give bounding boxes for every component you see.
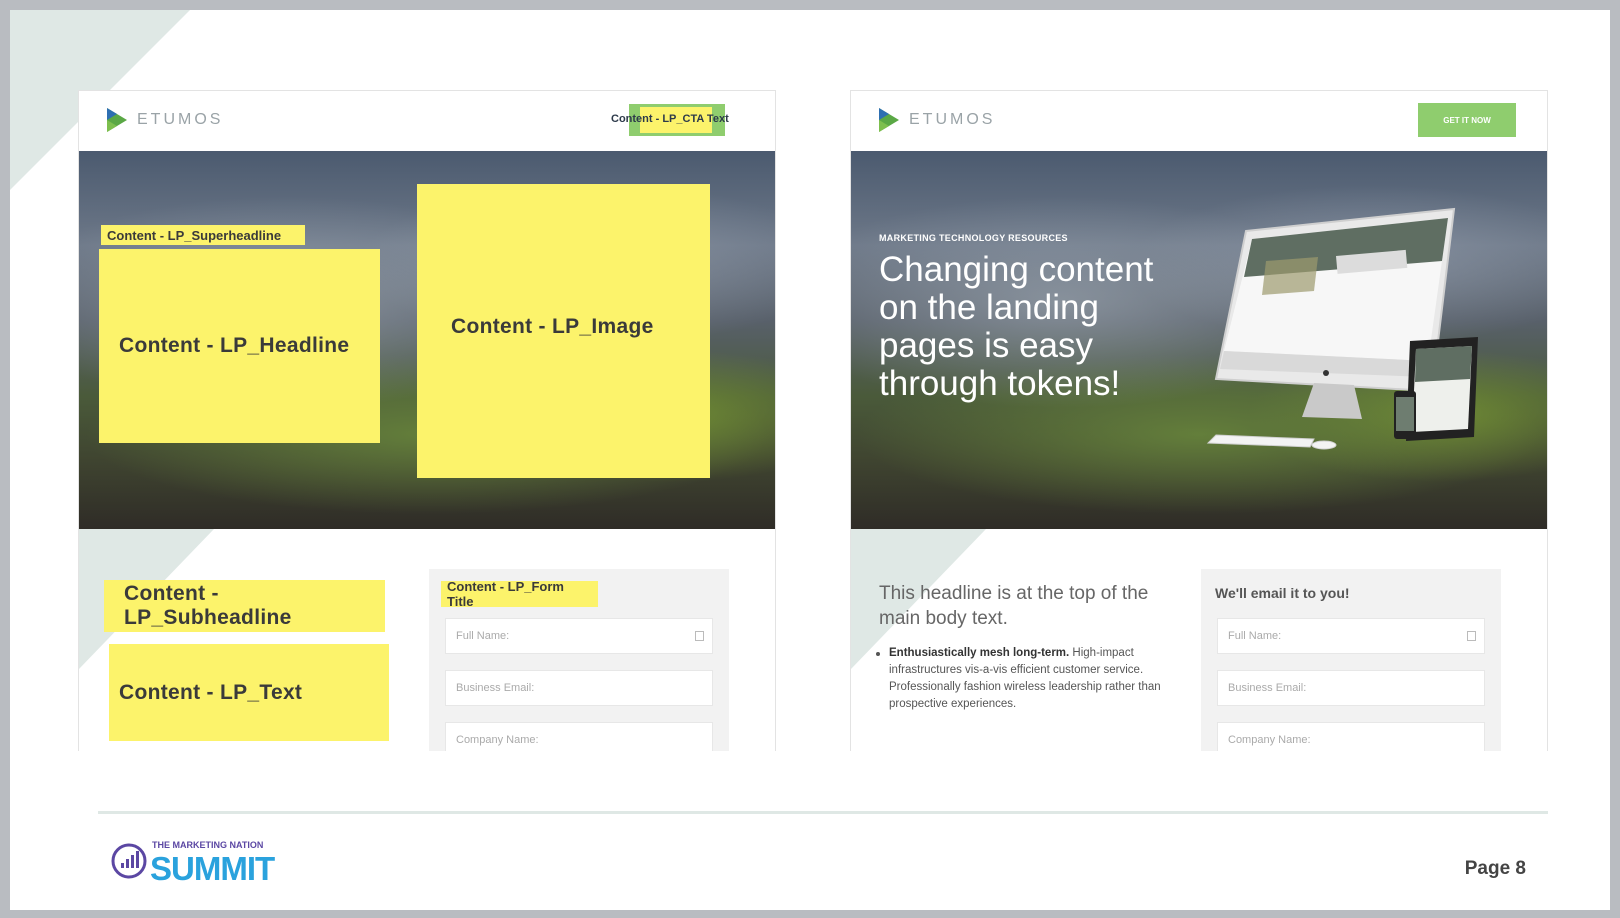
- autofill-icon: [1467, 631, 1476, 641]
- business-email-field[interactable]: Business Email:: [1217, 670, 1485, 706]
- full-name-placeholder: Full Name:: [1228, 630, 1282, 642]
- hero-background: MARKETING TECHNOLOGY RESOURCES Changing …: [851, 151, 1547, 529]
- business-email-field[interactable]: Business Email:: [445, 670, 713, 706]
- landing-page-preview: ETUMOS GET IT NOW MARKETING TECHNOLOGY R…: [850, 90, 1548, 751]
- landing-page-token-map: ETUMOS Content - LP_CTA Text Content - L…: [78, 90, 776, 751]
- full-name-field[interactable]: Full Name:: [1217, 618, 1485, 654]
- headline-token: Content - LP_Headline: [99, 249, 380, 443]
- company-name-field[interactable]: Company Name:: [1217, 722, 1485, 751]
- bullet-bold: Enthusiastically mesh long-term.: [889, 647, 1070, 659]
- company-name-placeholder: Company Name:: [1228, 734, 1311, 746]
- page-number: Page 8: [1464, 858, 1526, 879]
- lp-header: ETUMOS Content - LP_CTA Text: [79, 91, 775, 151]
- etumos-logo: ETUMOS: [877, 105, 995, 135]
- form-title: We'll email it to you!: [1215, 585, 1350, 601]
- full-name-field[interactable]: Full Name:: [445, 618, 713, 654]
- text-token: Content - LP_Text: [109, 644, 389, 741]
- lp-body: This headline is at the top of the main …: [851, 529, 1547, 751]
- lp-body: Content - LP_Subheadline Content - LP_Te…: [79, 529, 775, 751]
- business-email-placeholder: Business Email:: [1228, 682, 1307, 694]
- superheadline: MARKETING TECHNOLOGY RESOURCES: [879, 233, 1068, 243]
- logo-text: ETUMOS: [137, 111, 224, 128]
- cta-token-label[interactable]: Content - LP_CTA Text: [611, 113, 729, 125]
- subheadline-token: Content - LP_Subheadline: [104, 580, 385, 632]
- autofill-icon: [695, 631, 704, 641]
- summit-logo-big: SUMMIT: [150, 850, 275, 884]
- logo-text: ETUMOS: [909, 111, 996, 128]
- hero-background: Content - LP_Superheadline Content - LP_…: [79, 151, 775, 529]
- slide: ETUMOS Content - LP_CTA Text Content - L…: [10, 10, 1610, 910]
- body-headline: This headline is at the top of the main …: [879, 583, 1149, 629]
- summit-logo: THE MARKETING NATION SUMMIT: [110, 836, 300, 887]
- business-email-placeholder: Business Email:: [456, 682, 535, 694]
- etumos-logo-icon: [107, 108, 127, 132]
- company-name-field[interactable]: Company Name:: [445, 722, 713, 751]
- company-name-placeholder: Company Name:: [456, 734, 539, 746]
- footer-divider: [98, 811, 1548, 814]
- full-name-placeholder: Full Name:: [456, 630, 510, 642]
- summit-logo-icon: THE MARKETING NATION SUMMIT: [111, 840, 276, 887]
- bullet-item: Enthusiastically mesh long-term. High-im…: [876, 645, 1179, 713]
- headline: Changing content on the landing pages is…: [879, 250, 1154, 403]
- bullet-dot: [876, 652, 880, 656]
- etumos-logo: ETUMOS: [105, 105, 223, 135]
- get-it-now-button[interactable]: GET IT NOW: [1418, 103, 1516, 137]
- form-card: We'll email it to you! Full Name: Busine…: [1201, 569, 1501, 751]
- summit-logo-small: THE MARKETING NATION: [152, 840, 263, 850]
- form-title-token: Content - LP_Form Title: [441, 579, 598, 609]
- etumos-logo-icon: [879, 108, 899, 132]
- device-mockup-image: [1206, 207, 1478, 450]
- superheadline-token: Content - LP_Superheadline: [101, 225, 305, 245]
- lp-header: ETUMOS GET IT NOW: [851, 91, 1547, 151]
- form-card: Content - LP_Form Title Full Name: Busin…: [429, 569, 729, 751]
- image-token: Content - LP_Image: [417, 184, 710, 478]
